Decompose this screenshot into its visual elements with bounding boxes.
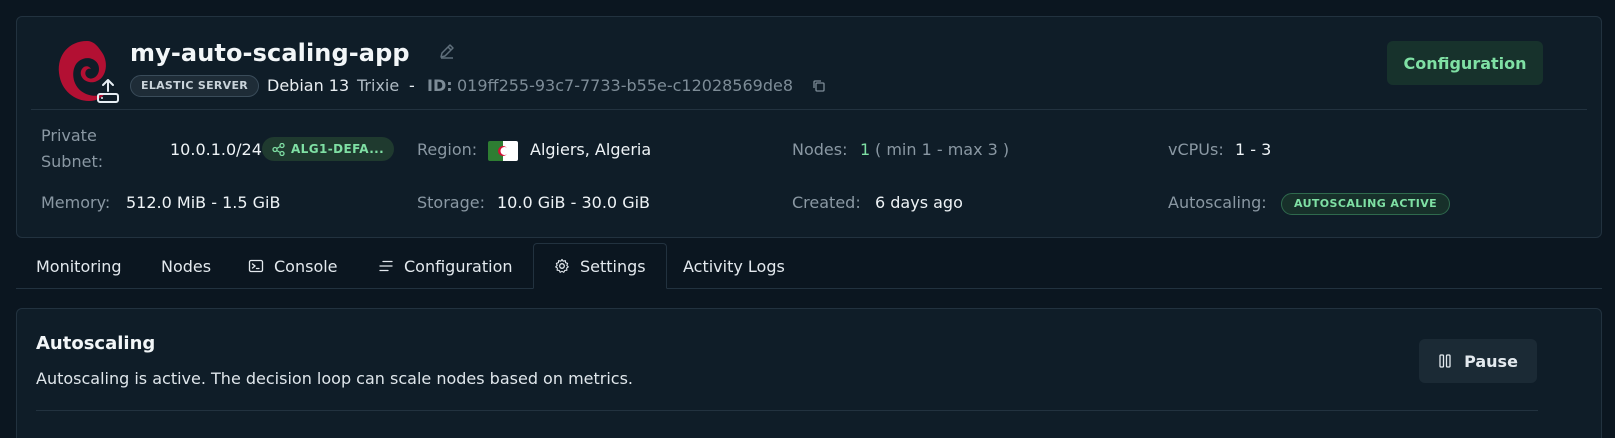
autoscaling-label: Autoscaling:	[1168, 193, 1267, 212]
pause-button-label: Pause	[1464, 351, 1518, 371]
terminal-icon	[248, 259, 264, 273]
subnet-network-badge[interactable]: ALG1-DEFA...	[262, 137, 394, 161]
private-subnet-label-line1: Private	[41, 126, 97, 145]
separator: -	[409, 76, 415, 95]
tab-settings-label: Settings	[580, 256, 646, 276]
tab-console[interactable]: Console	[248, 243, 338, 289]
section-divider	[36, 410, 1538, 411]
section-description: Autoscaling is active. The decision loop…	[36, 369, 634, 388]
vcpus-label: vCPUs:	[1168, 140, 1224, 159]
tab-configuration-label: Configuration	[404, 256, 513, 276]
private-subnet-label-line2: Subnet:	[41, 152, 104, 171]
tab-monitoring[interactable]: Monitoring	[36, 243, 122, 289]
created-label: Created:	[792, 193, 861, 212]
pause-button[interactable]: Pause	[1419, 339, 1537, 383]
memory-label: Memory:	[41, 193, 111, 212]
tab-configuration[interactable]: Configuration	[378, 243, 513, 289]
os-name: Debian 13	[267, 76, 350, 95]
nodes-label: Nodes:	[792, 140, 848, 159]
server-id: 019ff255-93c7-7733-b55e-c12028569de8	[457, 76, 794, 95]
pause-icon	[1439, 354, 1451, 368]
created-value: 6 days ago	[875, 193, 963, 212]
region-label: Region:	[417, 140, 478, 159]
vcpus-value: 1 - 3	[1235, 140, 1272, 159]
tab-console-label: Console	[274, 256, 338, 276]
subnet-badge-label: ALG1-DEFA...	[291, 142, 385, 156]
id-label: ID:	[427, 76, 453, 95]
header-divider	[31, 109, 1587, 110]
lines-icon	[379, 260, 393, 272]
tab-activity-logs-label: Activity Logs	[683, 256, 785, 276]
upload-server-icon	[97, 79, 119, 103]
configuration-button[interactable]: Configuration	[1387, 41, 1543, 85]
flag-crescent-icon	[498, 146, 509, 156]
copy-icon[interactable]	[812, 79, 826, 93]
tab-settings[interactable]: Settings	[533, 243, 667, 289]
storage-label: Storage:	[417, 193, 485, 212]
share-network-icon	[272, 142, 285, 156]
section-title: Autoscaling	[36, 333, 156, 354]
gear-icon	[555, 258, 569, 273]
private-subnet-value: 10.0.1.0/24	[170, 140, 262, 159]
autoscaling-settings-card: Autoscaling Autoscaling is active. The d…	[16, 308, 1602, 438]
nodes-range: ( min 1 - max 3 )	[875, 140, 1010, 159]
storage-value: 10.0 GiB - 30.0 GiB	[497, 193, 651, 212]
region-value: Algiers, Algeria	[530, 140, 652, 159]
memory-value: 512.0 MiB - 1.5 GiB	[126, 193, 281, 212]
tab-monitoring-label: Monitoring	[36, 256, 122, 276]
server-header-card: my-auto-scaling-app ELASTIC SERVER Debia…	[16, 16, 1602, 238]
os-codename: Trixie	[357, 76, 400, 95]
edit-pencil-icon[interactable]	[437, 41, 457, 61]
autoscaling-status-badge: AUTOSCALING ACTIVE	[1281, 193, 1451, 215]
app-title: my-auto-scaling-app	[130, 39, 410, 67]
server-type-badge: ELASTIC SERVER	[130, 75, 260, 97]
tab-nodes-label: Nodes	[161, 256, 212, 276]
tab-activity-logs[interactable]: Activity Logs	[683, 243, 785, 289]
nodes-value: 1	[860, 140, 871, 159]
tab-nodes[interactable]: Nodes	[161, 243, 211, 289]
tab-bar: Monitoring Nodes Console Configuration S…	[16, 243, 1602, 289]
